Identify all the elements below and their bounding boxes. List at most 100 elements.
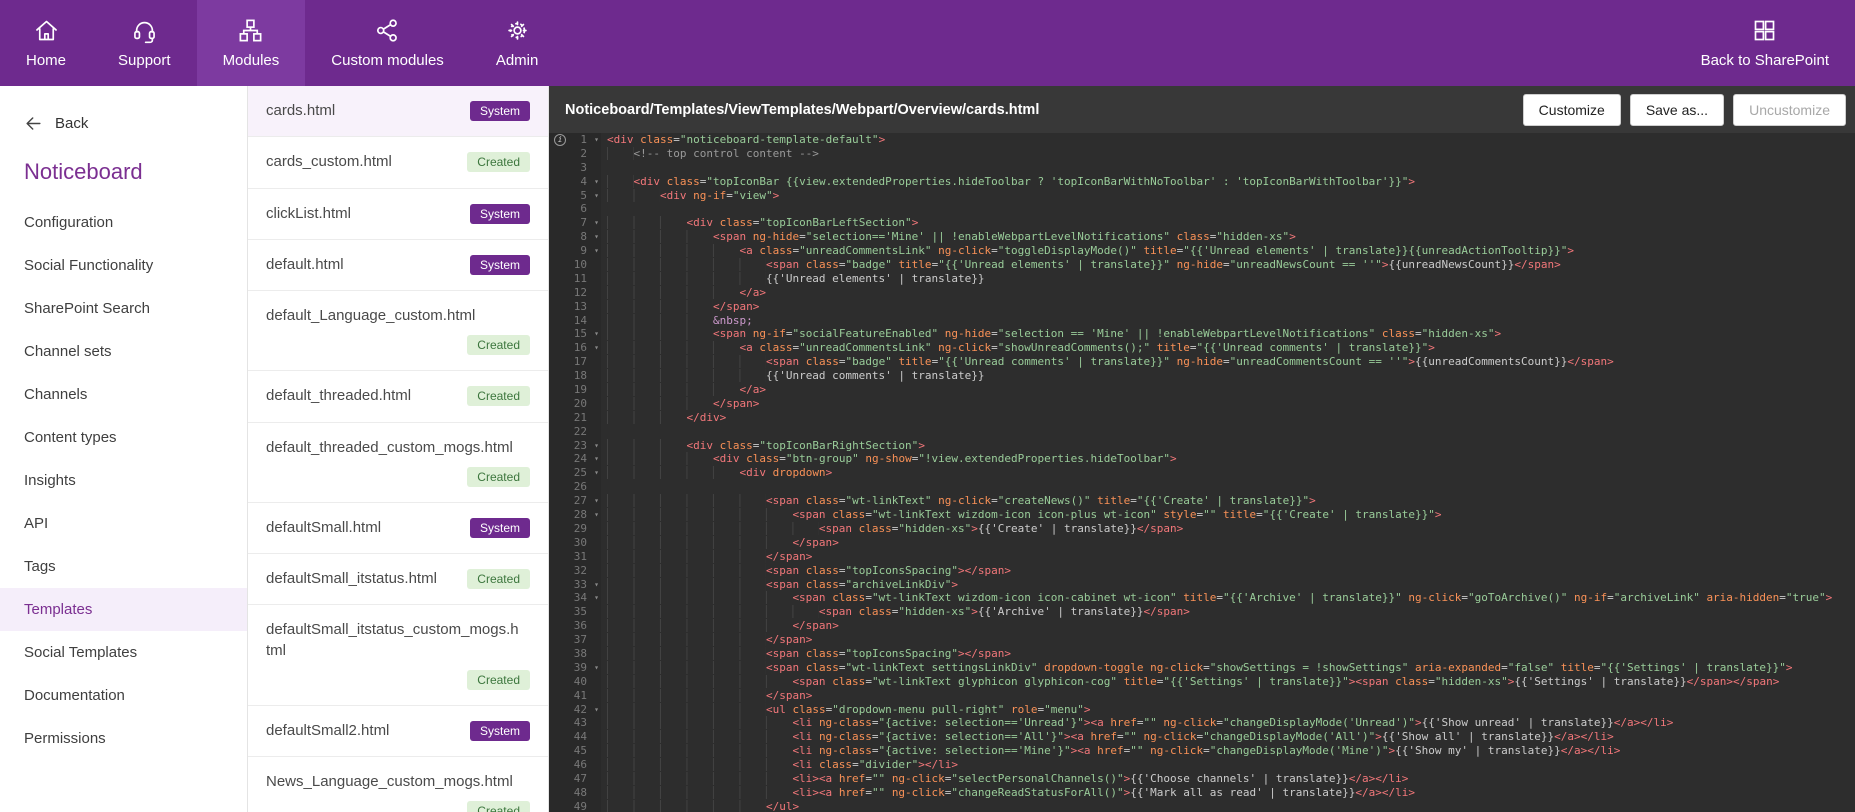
gutter-line-number[interactable]: 32 <box>549 564 601 578</box>
code-line[interactable]: 41 </span> <box>549 688 1855 703</box>
code-line-text[interactable]: <span class="archiveLinkDiv"> <box>601 577 1855 592</box>
template-row-defaultsmall-itstatus-custom-mogs-html[interactable]: defaultSmall_itstatus_custom_mogs.html Cr… <box>248 605 548 706</box>
save-as-button[interactable]: Save as... <box>1629 93 1725 126</box>
code-line-text[interactable]: </div> <box>601 410 1855 425</box>
code-line[interactable]: 38 <span class="topIconsSpacing"></span> <box>549 646 1855 661</box>
gutter-line-number[interactable]: 36 <box>549 619 601 633</box>
gutter-line-number[interactable]: 44 <box>549 730 601 744</box>
fold-caret-icon[interactable]: ▾ <box>594 494 599 508</box>
code-line[interactable]: 39 ▾ <span class="wt-linkText settingsLin… <box>549 660 1855 675</box>
gutter-line-number[interactable]: 2 <box>549 147 601 161</box>
gutter-line-number[interactable]: 17 <box>549 355 601 369</box>
code-line-text[interactable]: <span class="wt-linkText wizdom-icon ico… <box>601 591 1855 605</box>
back-link[interactable]: Back <box>0 86 247 133</box>
code-line-text[interactable]: <ul class="dropdown-menu pull-right" rol… <box>601 702 1855 717</box>
fold-caret-icon[interactable]: ▾ <box>594 703 599 717</box>
fold-caret-icon[interactable]: ▾ <box>594 578 599 592</box>
code-line-text[interactable]: </span> <box>601 396 1855 411</box>
sidebar-item-social-functionality[interactable]: Social Functionality <box>0 244 247 287</box>
gutter-line-number[interactable]: 46 <box>549 758 601 772</box>
sidebar-item-channel-sets[interactable]: Channel sets <box>0 330 247 373</box>
code-line-text[interactable]: <div class="btn-group" ng-show="!view.ex… <box>601 452 1855 466</box>
code-line[interactable]: 17 <span class="badge" title="{{'Unread … <box>549 355 1855 369</box>
gutter-line-number[interactable]: 5 ▾ <box>549 189 601 203</box>
sidebar-item-permissions[interactable]: Permissions <box>0 717 247 760</box>
code-line-text[interactable]: <span class="badge" title="{{'Unread com… <box>601 355 1855 369</box>
template-row-default-threaded-html[interactable]: default_threaded.html Created <box>248 371 548 423</box>
fold-caret-icon[interactable]: ▾ <box>594 133 599 147</box>
code-line[interactable]: 29 <span class="hidden-xs">{{'Create' | … <box>549 521 1855 536</box>
code-line-text[interactable] <box>601 425 1855 439</box>
code-line-text[interactable]: </span> <box>601 688 1855 703</box>
gutter-line-number[interactable]: 30 <box>549 536 601 550</box>
code-line[interactable]: 26 <box>549 480 1855 494</box>
template-row-default-html[interactable]: default.html System <box>248 240 548 291</box>
fold-caret-icon[interactable]: ▾ <box>594 466 599 480</box>
code-content[interactable]: i 1 ▾ <div class="noticeboard-template-defa… <box>549 133 1855 812</box>
code-line[interactable]: 19 </a> <box>549 383 1855 397</box>
gutter-line-number[interactable]: 34 ▾ <box>549 591 601 605</box>
code-line-text[interactable]: <span class="topIconsSpacing"></span> <box>601 646 1855 661</box>
fold-caret-icon[interactable]: ▾ <box>594 189 599 203</box>
code-line[interactable]: 12 </a> <box>549 285 1855 300</box>
code-line[interactable]: i 1 ▾ <div class="noticeboard-template-defa… <box>549 133 1855 147</box>
code-line[interactable]: 40 <span class="wt-linkText glyphicon gl… <box>549 674 1855 689</box>
code-line[interactable]: 14 &nbsp; <box>549 313 1855 328</box>
code-line[interactable]: 10 <span class="badge" title="{{'Unread … <box>549 258 1855 272</box>
gutter-line-number[interactable]: 47 <box>549 772 601 786</box>
code-line-text[interactable] <box>601 161 1855 175</box>
code-line-text[interactable]: </ul> <box>601 799 1855 812</box>
code-line[interactable]: 9 ▾ <a class="unreadCommentsLink" ng-clic… <box>549 244 1855 258</box>
code-line[interactable]: 20 </span> <box>549 396 1855 411</box>
fold-caret-icon[interactable]: ▾ <box>594 230 599 244</box>
code-line[interactable]: 43 <li ng-class="{active: selection=='Un… <box>549 716 1855 730</box>
template-row-clicklist-html[interactable]: clickList.html System <box>248 189 548 240</box>
nav-item-back-to-sharepoint[interactable]: Back to SharePoint <box>1675 0 1855 86</box>
code-line-text[interactable]: <span class="wt-linkText" ng-click="crea… <box>601 494 1855 508</box>
gutter-line-number[interactable]: 6 <box>549 202 601 216</box>
code-line-text[interactable]: <span ng-if="socialFeatureEnabled" ng-hi… <box>601 327 1855 341</box>
gutter-line-number[interactable]: 16 ▾ <box>549 341 601 355</box>
code-line[interactable]: 13 </span> <box>549 299 1855 314</box>
template-row-default-language-custom-html[interactable]: default_Language_custom.html Created <box>248 291 548 372</box>
code-line-text[interactable]: </span> <box>601 549 1855 564</box>
code-line[interactable]: 44 <li ng-class="{active: selection=='Al… <box>549 730 1855 744</box>
fold-caret-icon[interactable]: ▾ <box>594 175 599 189</box>
code-line[interactable]: 46 <li class="divider"></li> <box>549 758 1855 772</box>
code-line[interactable]: 25 ▾ <div dropdown> <box>549 466 1855 480</box>
code-line-text[interactable]: <div class="topIconBar {{view.extendedPr… <box>601 174 1855 189</box>
gutter-line-number[interactable]: 13 <box>549 300 601 314</box>
template-row-defaultsmall-itstatus-html[interactable]: defaultSmall_itstatus.html Created <box>248 554 548 606</box>
code-line[interactable]: 47 <li><a href="" ng-click="selectPerson… <box>549 771 1855 786</box>
fold-caret-icon[interactable]: ▾ <box>594 216 599 230</box>
nav-item-modules[interactable]: Modules <box>196 0 306 86</box>
code-line-text[interactable]: <li ng-class="{active: selection=='All'}… <box>601 730 1855 744</box>
code-line[interactable]: 5 ▾ <div ng-if="view"> <box>549 188 1855 203</box>
code-line[interactable]: 21 </div> <box>549 410 1855 425</box>
code-line-text[interactable]: <div ng-if="view"> <box>601 188 1855 203</box>
code-line[interactable]: 34 ▾ <span class="wt-linkText wizdom-icon… <box>549 591 1855 605</box>
gutter-line-number[interactable]: 14 <box>549 314 601 328</box>
gutter-line-number[interactable]: 11 <box>549 272 601 286</box>
gutter-line-number[interactable]: 28 ▾ <box>549 508 601 522</box>
gutter-line-number[interactable]: 39 ▾ <box>549 661 601 675</box>
gutter-line-number[interactable]: 48 <box>549 786 601 800</box>
code-line[interactable]: 15 ▾ <span ng-if="socialFeatureEnabled" n… <box>549 327 1855 341</box>
gutter-line-number[interactable]: 21 <box>549 411 601 425</box>
nav-item-support[interactable]: Support <box>92 0 197 86</box>
code-line[interactable]: 22 <box>549 425 1855 439</box>
code-line-text[interactable]: <li><a href="" ng-click="selectPersonalC… <box>601 771 1855 786</box>
fold-caret-icon[interactable]: ▾ <box>594 439 599 453</box>
gutter-line-number[interactable]: 31 <box>549 550 601 564</box>
code-line[interactable]: 7 ▾ <div class="topIconBarLeftSection"> <box>549 216 1855 230</box>
code-line-text[interactable]: <a class="unreadCommentsLink" ng-click="… <box>601 244 1855 258</box>
code-line[interactable]: 4 ▾ <div class="topIconBar {{view.extende… <box>549 174 1855 189</box>
gutter-line-number[interactable]: 8 ▾ <box>549 230 601 244</box>
gutter-line-number[interactable]: 23 ▾ <box>549 439 601 453</box>
gutter-line-number[interactable]: 41 <box>549 689 601 703</box>
code-line[interactable]: 8 ▾ <span ng-hide="selection=='Mine' || !… <box>549 230 1855 244</box>
code-line[interactable]: 32 <span class="topIconsSpacing"></span> <box>549 563 1855 578</box>
template-row-defaultsmall2-html[interactable]: defaultSmall2.html System <box>248 706 548 757</box>
sidebar-item-social-templates[interactable]: Social Templates <box>0 631 247 674</box>
code-line-text[interactable]: </a> <box>601 383 1855 397</box>
